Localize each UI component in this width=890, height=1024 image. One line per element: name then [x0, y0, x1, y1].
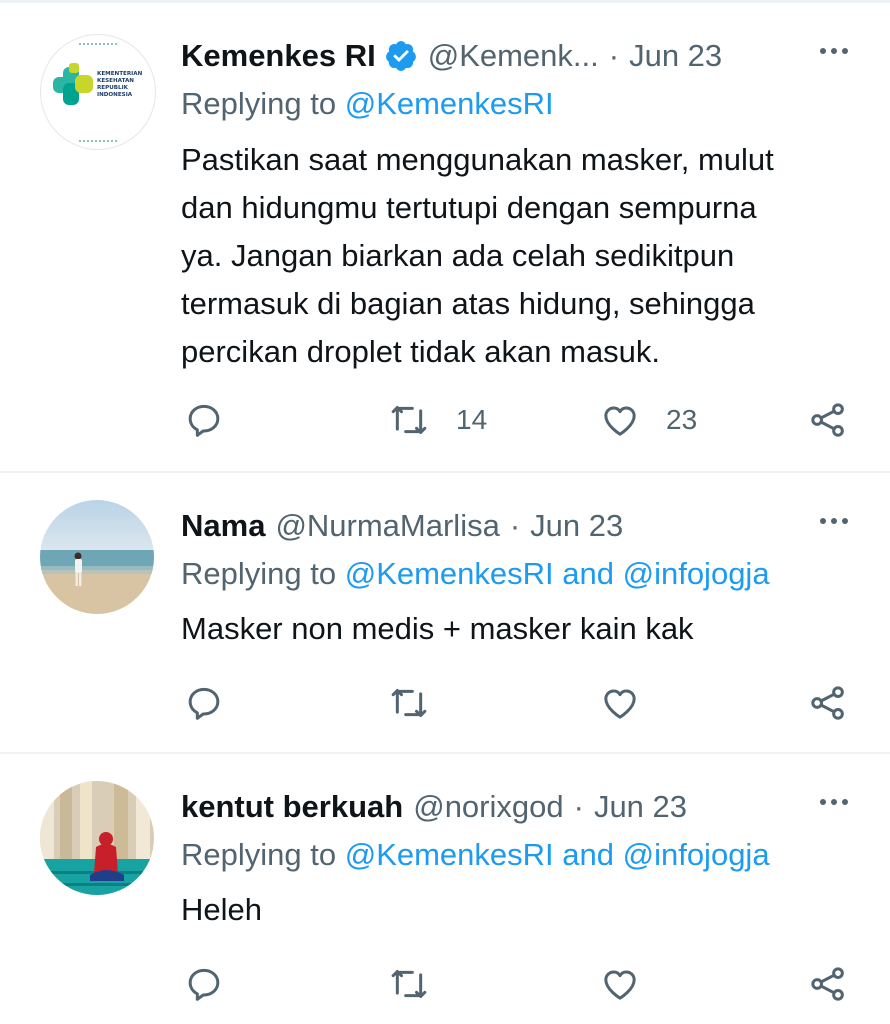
avatar-photo-beach: [40, 500, 154, 614]
tweet-date[interactable]: Jun 23: [629, 38, 722, 74]
more-icon[interactable]: [820, 799, 848, 805]
like-button[interactable]: 23: [600, 398, 697, 442]
action-bar: 14 23: [0, 398, 890, 442]
mention-link[interactable]: @KemenkesRI: [345, 837, 554, 872]
tweet-text: Heleh: [181, 886, 861, 934]
reply-button[interactable]: [184, 962, 224, 1006]
retweet-icon: [391, 970, 427, 998]
share-icon: [811, 967, 844, 1001]
tweet-text: Pastikan saat menggunakan masker, mulut …: [181, 136, 861, 376]
replying-prefix: Replying to: [181, 86, 345, 121]
mention-link[interactable]: @KemenkesRI: [345, 556, 554, 591]
separator: ·: [509, 508, 521, 543]
user-handle[interactable]: @Kemenk...: [428, 38, 599, 74]
display-name[interactable]: Nama: [181, 508, 265, 544]
share-button[interactable]: [808, 398, 848, 442]
display-name[interactable]: Kemenkes RI: [181, 38, 376, 74]
retweet-button[interactable]: [388, 681, 430, 725]
tweet-header: Nama @NurmaMarlisa · Jun 23: [181, 504, 623, 548]
user-handle[interactable]: @norixgod: [413, 789, 563, 825]
tweet-text-line: Pastikan saat menggunakan masker, mulut: [181, 142, 774, 177]
avatar[interactable]: [40, 500, 154, 614]
retweet-button[interactable]: 14: [388, 398, 487, 442]
replying-to: Replying to @KemenkesRI and @infojogja: [181, 837, 770, 873]
mention-link[interactable]: @infojogja: [623, 556, 770, 591]
verified-badge-icon: [384, 39, 418, 73]
retweet-button[interactable]: [388, 962, 430, 1006]
more-icon[interactable]: [820, 48, 848, 54]
more-icon[interactable]: [820, 518, 848, 524]
like-icon: [604, 406, 636, 436]
mention-conjunction: and: [553, 837, 623, 872]
replying-prefix: Replying to: [181, 837, 345, 872]
reply-icon: [188, 404, 220, 437]
separator: ·: [608, 38, 620, 73]
tweet-header: kentut berkuah @norixgod · Jun 23: [181, 785, 687, 829]
reply-button[interactable]: [184, 681, 224, 725]
reply-button[interactable]: [184, 398, 224, 442]
tweet-text-line: Masker non medis + masker kain kak: [181, 611, 694, 646]
like-button[interactable]: [600, 681, 640, 725]
tweet-header: Kemenkes RI @Kemenk... · Jun 23: [181, 34, 722, 78]
mention-link[interactable]: @KemenkesRI: [345, 86, 554, 121]
tweet-divider: [0, 471, 890, 473]
top-divider: [0, 0, 890, 3]
tweet-text-line: termasuk di bagian atas hidung, sehingga: [181, 286, 755, 321]
display-name[interactable]: kentut berkuah: [181, 789, 403, 825]
separator: ·: [573, 789, 584, 824]
tweet-text: Masker non medis + masker kain kak: [181, 605, 861, 653]
share-button[interactable]: [808, 962, 848, 1006]
tweet-kemenkes[interactable]: KEMENTERIAN KESEHATAN REPUBLIK INDONESIA…: [0, 34, 890, 474]
avatar[interactable]: [40, 781, 154, 895]
tweet-text-line: percikan droplet tidak akan masuk.: [181, 334, 661, 369]
retweet-icon: [391, 689, 427, 717]
retweet-icon: [391, 406, 427, 434]
avatar[interactable]: KEMENTERIAN KESEHATAN REPUBLIK INDONESIA: [40, 34, 156, 150]
action-bar: [0, 681, 890, 725]
user-handle[interactable]: @NurmaMarlisa: [275, 508, 499, 544]
kemenkes-logo: KEMENTERIAN KESEHATAN REPUBLIK INDONESIA: [53, 43, 143, 142]
action-bar: [0, 962, 890, 1006]
tweet-text-line: ya. Jangan biarkan ada celah sedikitpun: [181, 238, 735, 273]
tweet-divider: [0, 752, 890, 754]
tweet-kentut-berkuah[interactable]: kentut berkuah @norixgod · Jun 23 Replyi…: [0, 781, 890, 1024]
like-icon: [604, 970, 636, 1000]
svg-text:KEMENTERIAN: KEMENTERIAN: [97, 71, 143, 77]
mention-conjunction: and: [553, 556, 623, 591]
reply-icon: [188, 687, 220, 720]
tweet-date[interactable]: Jun 23: [530, 508, 623, 544]
like-count: 23: [666, 404, 698, 435]
replying-prefix: Replying to: [181, 556, 345, 591]
tweet-date[interactable]: Jun 23: [594, 789, 687, 825]
tweet-text-line: Heleh: [181, 892, 262, 927]
like-icon: [604, 689, 636, 719]
mention-link[interactable]: @infojogja: [623, 837, 770, 872]
share-icon: [811, 403, 844, 437]
share-button[interactable]: [808, 681, 848, 725]
share-icon: [811, 686, 844, 720]
svg-text:REPUBLIK: REPUBLIK: [97, 85, 129, 91]
svg-text:KESEHATAN: KESEHATAN: [97, 78, 134, 84]
replying-to: Replying to @KemenkesRI and @infojogja: [181, 556, 770, 592]
replying-to: Replying to @KemenkesRI: [181, 86, 554, 122]
reply-icon: [188, 968, 220, 1001]
svg-text:INDONESIA: INDONESIA: [97, 92, 133, 98]
retweet-count: 14: [456, 404, 488, 435]
tweet-text-line: dan hidungmu tertutupi dengan sempurna: [181, 190, 757, 225]
avatar-photo-mosque: [40, 781, 154, 895]
like-button[interactable]: [600, 962, 640, 1006]
tweet-nama[interactable]: Nama @NurmaMarlisa · Jun 23 Replying to …: [0, 500, 890, 754]
